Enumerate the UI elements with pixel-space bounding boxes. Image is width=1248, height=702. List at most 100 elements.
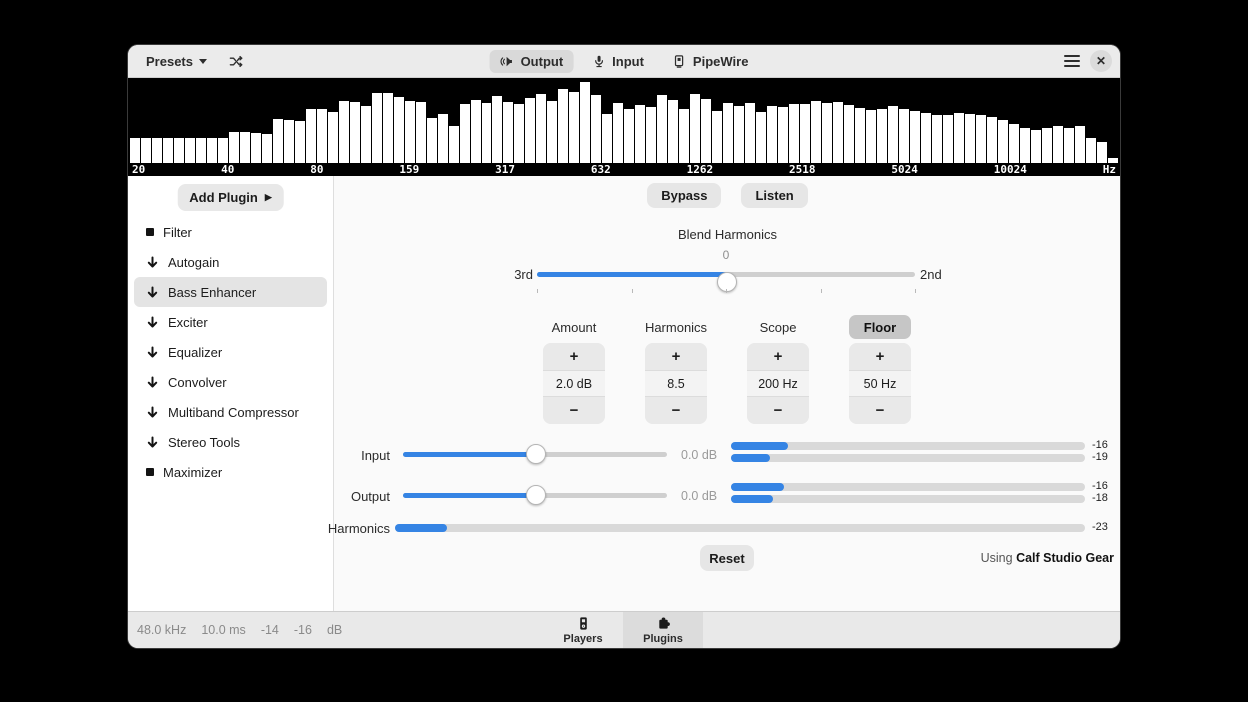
output-meter-db-left: -16 — [1092, 480, 1108, 492]
chevron-down-icon — [199, 59, 207, 64]
spectrum-bar — [767, 106, 777, 163]
sidebar-item-convolver[interactable]: Convolver — [134, 367, 327, 397]
menu-button[interactable] — [1064, 55, 1080, 67]
spectrum-bar — [460, 104, 470, 164]
spectrum-bar — [449, 126, 459, 163]
floor-stepper: + 50 Hz − — [849, 343, 911, 424]
spectrum-bar — [174, 138, 184, 164]
meter-fill — [731, 442, 788, 450]
close-button[interactable]: ✕ — [1090, 50, 1112, 72]
spectrum-bar — [207, 138, 217, 163]
listen-button[interactable]: Listen — [741, 183, 807, 208]
input-tab-button[interactable]: Input — [581, 50, 654, 73]
output-gain-slider[interactable] — [403, 493, 667, 498]
spectrum-bar — [745, 103, 755, 163]
harmonics-value[interactable]: 8.5 — [645, 370, 707, 397]
square-icon — [146, 468, 154, 476]
sample-rate: 48.0 kHz — [137, 623, 186, 637]
spectrum-bar — [855, 108, 865, 163]
plugin-list: Filter Autogain Bass Enhancer Exciter — [134, 217, 327, 487]
slider-tick — [726, 289, 727, 293]
input-tab-label: Input — [612, 54, 644, 69]
spectrum-bar — [591, 95, 601, 163]
harmonics-decrement-button[interactable]: − — [645, 397, 707, 424]
spectrum-bars — [128, 78, 1120, 163]
spectrum-bar — [218, 138, 228, 163]
slider-fill — [403, 452, 536, 457]
players-tab[interactable]: Players — [543, 612, 623, 648]
spectrum-bar — [1053, 126, 1063, 163]
desktop-background: Presets — [0, 0, 1248, 702]
sidebar-item-label: Bass Enhancer — [168, 285, 256, 300]
sidebar-item-stereo-tools[interactable]: Stereo Tools — [134, 427, 327, 457]
blend-harmonics-value: 0 — [688, 248, 764, 262]
scope-decrement-button[interactable]: − — [747, 397, 809, 424]
sidebar-item-label: Exciter — [168, 315, 208, 330]
amount-label: Amount — [543, 315, 605, 339]
blend-harmonics-slider[interactable] — [537, 272, 915, 277]
plugins-tab[interactable]: Plugins — [623, 612, 703, 648]
floor-decrement-button[interactable]: − — [849, 397, 911, 424]
pipewire-tab-button[interactable]: PipeWire — [662, 50, 759, 73]
spectrum-bar — [306, 109, 316, 163]
spectrum-bar — [130, 138, 140, 164]
sidebar-item-maximizer[interactable]: Maximizer — [134, 457, 327, 487]
spectrum-bar — [416, 102, 426, 163]
spectrum-bar — [492, 96, 502, 163]
meter-fill — [395, 524, 447, 532]
slider-fill — [537, 272, 727, 277]
slider-handle[interactable] — [526, 485, 546, 505]
sidebar-item-label: Filter — [163, 225, 192, 240]
spectrum-bar — [1097, 142, 1107, 163]
spectrum-bar — [229, 132, 239, 163]
meter-fill — [731, 495, 773, 503]
floor-toggle-button[interactable]: Floor — [849, 315, 911, 339]
spectrum-bar — [240, 132, 250, 163]
input-gain-slider[interactable] — [403, 452, 667, 457]
level-right: -16 — [294, 623, 312, 637]
floor-increment-button[interactable]: + — [849, 343, 911, 370]
add-plugin-button[interactable]: Add Plugin ▶ — [177, 184, 284, 211]
presets-label: Presets — [146, 54, 193, 69]
scope-increment-button[interactable]: + — [747, 343, 809, 370]
spectrum-bar — [273, 119, 283, 163]
shuffle-button[interactable] — [223, 50, 250, 73]
axis-tick-label: 317 — [495, 163, 515, 176]
sidebar-item-exciter[interactable]: Exciter — [134, 307, 327, 337]
spectrum-bar — [580, 82, 590, 163]
headerbar: Presets — [128, 45, 1120, 78]
harmonics-row-label: Harmonics — [308, 521, 390, 536]
amount-increment-button[interactable]: + — [543, 343, 605, 370]
spectrum-bar — [1009, 124, 1019, 163]
slider-tick — [821, 289, 822, 293]
reset-button[interactable]: Reset — [700, 545, 754, 571]
presets-dropdown-button[interactable]: Presets — [136, 50, 217, 73]
floor-value[interactable]: 50 Hz — [849, 370, 911, 397]
steppers-row: + 2.0 dB − + 8.5 − + 200 Hz − + 50 Hz — [543, 343, 911, 424]
spectrum-bar — [328, 112, 338, 163]
sidebar-item-equalizer[interactable]: Equalizer — [134, 337, 327, 367]
bypass-button[interactable]: Bypass — [647, 183, 721, 208]
spectrum-bar — [690, 94, 700, 163]
scope-value[interactable]: 200 Hz — [747, 370, 809, 397]
spectrum-bar — [558, 89, 568, 163]
amount-decrement-button[interactable]: − — [543, 397, 605, 424]
sidebar-item-filter[interactable]: Filter — [134, 217, 327, 247]
spectrum-bar — [888, 106, 898, 163]
axis-unit-label: Hz — [1103, 163, 1116, 176]
harmonics-increment-button[interactable]: + — [645, 343, 707, 370]
arrow-down-icon — [146, 376, 159, 389]
arrow-down-icon — [146, 346, 159, 359]
spectrum-bar — [811, 101, 821, 163]
using-credit: Using Calf Studio Gear — [981, 551, 1114, 565]
output-tab-button[interactable]: Output — [490, 50, 574, 73]
slider-handle[interactable] — [526, 444, 546, 464]
spectrum-bar — [624, 109, 634, 163]
amount-value[interactable]: 2.0 dB — [543, 370, 605, 397]
spectrum-bar — [679, 109, 689, 163]
harmonics-meter-db: -23 — [1092, 521, 1108, 533]
sidebar-item-multiband-compressor[interactable]: Multiband Compressor — [134, 397, 327, 427]
axis-tick-label: 2518 — [789, 163, 816, 176]
sidebar-item-label: Convolver — [168, 375, 227, 390]
arrow-down-icon — [146, 286, 159, 299]
